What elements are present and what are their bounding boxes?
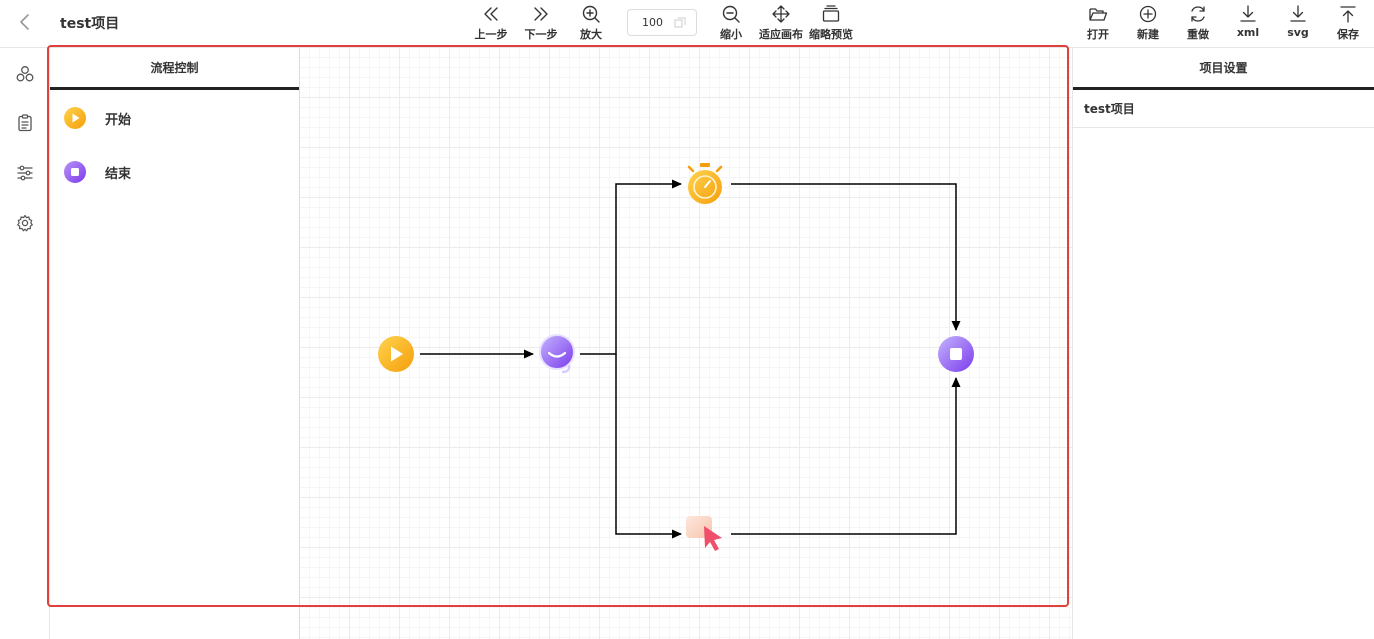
fit-canvas-button[interactable]: 适应画布 (753, 4, 809, 44)
left-rail (0, 48, 50, 639)
properties-panel: 项目设置 test项目 (1072, 48, 1374, 639)
project-title: test项目 (60, 16, 120, 32)
palette-item-end[interactable]: 结束 (62, 157, 282, 187)
redo-button[interactable]: 下一步 (513, 4, 569, 44)
rail-item-components[interactable] (14, 63, 36, 85)
export-svg-label: svg (1287, 26, 1309, 39)
palette-title: 流程控制 (50, 48, 299, 90)
undo-button[interactable]: 上一步 (463, 4, 519, 44)
stopwatch-icon (687, 163, 723, 204)
zoom-level-value: 100 (642, 16, 663, 29)
rail-item-settings-sliders[interactable] (14, 162, 36, 184)
download-icon (1290, 5, 1306, 22)
zoom-out-icon (722, 5, 740, 23)
zoom-level-input[interactable]: 100 (627, 9, 697, 36)
redo-all-button[interactable]: 重做 (1170, 4, 1226, 44)
palette-item-start[interactable]: 开始 (62, 103, 282, 133)
play-circle-icon (64, 107, 86, 129)
folder-open-icon (1089, 8, 1108, 21)
palette-item-start-label: 开始 (105, 112, 132, 128)
undo-label: 上一步 (474, 28, 508, 41)
open-label: 打开 (1087, 28, 1109, 41)
play-circle-icon (378, 336, 414, 372)
node-timer[interactable] (687, 163, 723, 204)
move-arrows-icon (772, 5, 790, 23)
save-label: 保存 (1337, 28, 1359, 41)
new-label: 新建 (1137, 28, 1159, 41)
rail-item-tasks[interactable] (14, 112, 36, 134)
export-svg-button[interactable]: svg (1270, 4, 1326, 44)
plus-circle-icon (1139, 5, 1157, 23)
top-bar: test项目 上一步 下一步 放大 100 缩小 适应画布 缩略预览 打开 新建… (0, 0, 1374, 48)
fit-canvas-label: 适应画布 (759, 28, 803, 41)
edge-user-task-to-end[interactable] (731, 377, 961, 535)
back-button[interactable] (14, 11, 36, 33)
open-button[interactable]: 打开 (1070, 4, 1126, 44)
upload-icon (1340, 6, 1356, 23)
refresh-icon (1191, 6, 1205, 22)
download-icon (1240, 5, 1256, 22)
palette-item-end-label: 结束 (105, 166, 132, 182)
zoom-in-label: 放大 (580, 28, 602, 41)
copy-icon (674, 17, 686, 28)
stack-icon (822, 5, 840, 22)
cursor-click-icon (686, 516, 722, 551)
zoom-out-button[interactable]: 缩小 (703, 4, 759, 44)
chevron-left-icon (20, 14, 29, 30)
save-button[interactable]: 保存 (1320, 4, 1374, 44)
node-palette: 流程控制 开始 结束 (50, 48, 300, 639)
thumbnail-preview-label: 缩略预览 (809, 28, 853, 41)
double-chevron-right-icon (534, 7, 548, 21)
clipboard-icon (18, 114, 32, 132)
nodes-icon (16, 66, 34, 82)
edge-timer-to-end[interactable] (731, 183, 961, 331)
sliders-icon (17, 165, 33, 181)
node-user-task[interactable] (686, 516, 722, 551)
zoom-in-icon (582, 5, 600, 23)
rail-item-gear[interactable] (14, 212, 36, 234)
diagram-canvas[interactable] (300, 48, 1072, 639)
redo-all-label: 重做 (1187, 28, 1209, 41)
zoom-out-label: 缩小 (720, 28, 742, 41)
node-start[interactable] (378, 336, 414, 372)
new-button[interactable]: 新建 (1120, 4, 1176, 44)
stop-circle-icon (64, 161, 86, 183)
redo-label: 下一步 (524, 28, 558, 41)
edge-task-to-timer[interactable] (580, 179, 682, 355)
export-xml-label: xml (1236, 26, 1260, 39)
zoom-in-button[interactable]: 放大 (563, 4, 619, 44)
double-chevron-left-icon (484, 7, 498, 21)
project-name-field[interactable]: test项目 (1073, 90, 1374, 128)
stop-circle-icon (938, 336, 974, 372)
node-end[interactable] (938, 336, 974, 372)
properties-title: 项目设置 (1073, 48, 1374, 90)
thumbnail-preview-button[interactable]: 缩略预览 (803, 4, 859, 44)
export-xml-button[interactable]: xml (1220, 4, 1276, 44)
flow-diagram (378, 163, 974, 551)
edge-task-to-user-task[interactable] (615, 354, 682, 539)
gear-icon (17, 214, 33, 232)
node-task[interactable] (539, 334, 575, 374)
chat-bubble-icon (539, 334, 575, 374)
